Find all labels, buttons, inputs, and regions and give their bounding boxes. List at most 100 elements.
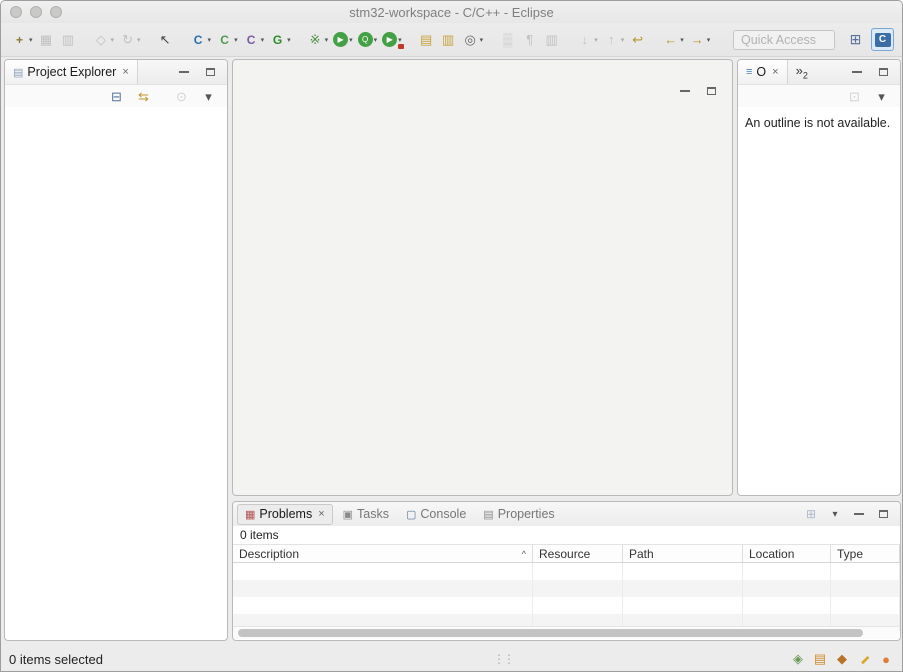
open-perspective-button[interactable]: ⊞ (844, 28, 867, 51)
statusbar-splitter-handle[interactable]: ⋮⋮ (493, 652, 513, 666)
column-header-type[interactable]: Type (831, 545, 900, 562)
new-c-project-button[interactable]: C▾ (241, 28, 267, 52)
tab-problems[interactable]: ▦Problems× (237, 504, 333, 525)
focus-icon: ⊙ (173, 88, 190, 105)
tab-properties[interactable]: ▤Properties (476, 505, 561, 524)
minimize-view-icon[interactable] (177, 65, 191, 79)
quick-access-input[interactable] (733, 30, 835, 50)
outline-view: ≡ O × »2 ⊡ ▾ An outline is not available. (737, 59, 901, 496)
minimize-view-icon[interactable] (852, 507, 866, 521)
tab-overflow-indicator[interactable]: »2 (796, 63, 808, 81)
dropdown-arrow-icon: ▾ (594, 36, 598, 44)
pencil-icon[interactable]: ▬ (853, 648, 876, 671)
scrollbar-thumb[interactable] (238, 629, 863, 637)
debug-icon: ※ (307, 31, 324, 48)
dropdown-arrow-icon: ▾ (111, 36, 115, 44)
column-header-resource[interactable]: Resource (533, 545, 623, 562)
project-explorer-icon: ▤ (13, 66, 23, 79)
outline-toolbar-button: ⊡ (844, 87, 865, 105)
table-cell (533, 580, 623, 597)
next-annotation-button: ↓▾ (574, 28, 600, 52)
selection-status: 0 items selected (9, 652, 103, 667)
forward-button[interactable]: →▾ (687, 28, 713, 52)
editor-area (232, 59, 733, 496)
outline-view-menu-button[interactable]: ▾ (871, 87, 892, 105)
save-all-button: ▥ (58, 28, 79, 52)
view-controls: ⊞ ▾ (804, 507, 900, 521)
minimize-view-icon[interactable] (850, 65, 864, 79)
perspective-switcher: ⊞C (844, 28, 894, 51)
maximize-view-icon[interactable] (203, 65, 217, 79)
zoom-button[interactable] (50, 6, 62, 18)
minimize-editor-icon[interactable] (678, 84, 692, 98)
open-resource-button[interactable]: ▥ (438, 28, 459, 52)
search-button[interactable]: ◎▾ (460, 28, 486, 52)
view-menu-button[interactable]: ▾ (198, 87, 219, 105)
book-icon[interactable]: ▤ (812, 651, 828, 667)
tab-tasks[interactable]: ▣Tasks (336, 505, 396, 524)
view-menu-icon[interactable]: ▾ (828, 507, 842, 521)
dropdown-arrow-icon: ▾ (325, 36, 329, 44)
block-selection-button: ▥ (541, 28, 562, 52)
search-icon: ◎ (462, 31, 479, 48)
open-perspective-icon: ⊞ (850, 31, 862, 48)
new-wizard-button[interactable]: +▾ (9, 28, 35, 52)
maximize-editor-icon[interactable] (704, 84, 718, 98)
close-icon[interactable]: × (318, 508, 324, 520)
dropdown-arrow-icon: ▾ (374, 36, 378, 44)
link-with-editor-button[interactable]: ⇆ (133, 87, 154, 105)
column-header-description[interactable]: Description^ (233, 545, 533, 562)
tab-console[interactable]: ▢Console (399, 505, 473, 524)
run-icon: ▶ (333, 32, 348, 47)
outline-message: An outline is not available. (738, 107, 900, 139)
outline-header: ≡ O × »2 (738, 60, 900, 85)
cpp-perspective-icon: C (875, 33, 891, 47)
view-toolbar-icon: ⊞ (804, 507, 818, 521)
column-header-location[interactable]: Location (743, 545, 831, 562)
close-button[interactable] (10, 6, 22, 18)
new-c-source-icon: C (190, 31, 207, 48)
cpp-perspective-button[interactable]: C (871, 28, 894, 51)
new-c-source-button[interactable]: C▾ (188, 28, 214, 52)
briefcase-icon[interactable]: ◆ (834, 651, 850, 667)
dropdown-arrow-icon: ▾ (680, 36, 684, 44)
table-cell (743, 580, 831, 597)
new-cpp-class-button[interactable]: C▾ (214, 28, 240, 52)
table-row (233, 580, 900, 597)
maximize-view-icon[interactable] (876, 65, 890, 79)
collapse-all-button[interactable]: ⊟ (106, 87, 127, 105)
table-cell (743, 563, 831, 580)
horizontal-scrollbar[interactable] (234, 626, 899, 639)
column-label: Resource (539, 547, 590, 561)
generate-icon: G (269, 31, 286, 48)
column-header-path[interactable]: Path (623, 545, 743, 562)
open-folder-button[interactable]: ▤ (416, 28, 437, 52)
close-icon[interactable]: × (772, 66, 778, 78)
close-icon[interactable]: × (122, 66, 128, 78)
notification-icon[interactable]: ● (878, 651, 894, 667)
main-toolbar: +▾▦▥◇▾↻▾↖C▾C▾C▾G▾※▾▶▾Q▾▶▾▤▥◎▾▒¶▥↓▾↑▾↩←▾→… (1, 23, 902, 57)
run-button[interactable]: ▶▾ (331, 28, 355, 52)
tab-label: Project Explorer (27, 65, 116, 79)
generate-button[interactable]: G▾ (267, 28, 293, 52)
plug-icon[interactable]: ◈ (790, 651, 806, 667)
problems-header: ▦Problems×▣Tasks▢Console▤Properties ⊞ ▾ (233, 502, 900, 526)
tab-project-explorer[interactable]: ▤ Project Explorer × (5, 60, 138, 84)
debug-button[interactable]: ※▾ (305, 28, 331, 52)
maximize-view-icon[interactable] (876, 507, 890, 521)
back-button[interactable]: ←▾ (660, 28, 686, 52)
view-menu-icon: ▾ (200, 88, 217, 105)
selection-tool-button[interactable]: ↖ (155, 28, 176, 52)
external-tools-button[interactable]: ▶▾ (380, 28, 404, 52)
build-icon: ◇ (93, 31, 110, 48)
minimize-button[interactable] (30, 6, 42, 18)
dropdown-arrow-icon: ▾ (137, 36, 141, 44)
last-edit-location-button[interactable]: ↩ (627, 28, 648, 52)
build-config-icon: ↻ (119, 31, 136, 48)
status-icons: ◈▤◆▬● (790, 651, 902, 667)
dropdown-arrow-icon: ▾ (234, 36, 238, 44)
tab-outline[interactable]: ≡ O × (738, 60, 788, 84)
previous-annotation-button: ↑▾ (601, 28, 627, 52)
profile-button[interactable]: Q▾ (356, 28, 380, 52)
show-whitespace-icon: ¶ (521, 31, 538, 48)
